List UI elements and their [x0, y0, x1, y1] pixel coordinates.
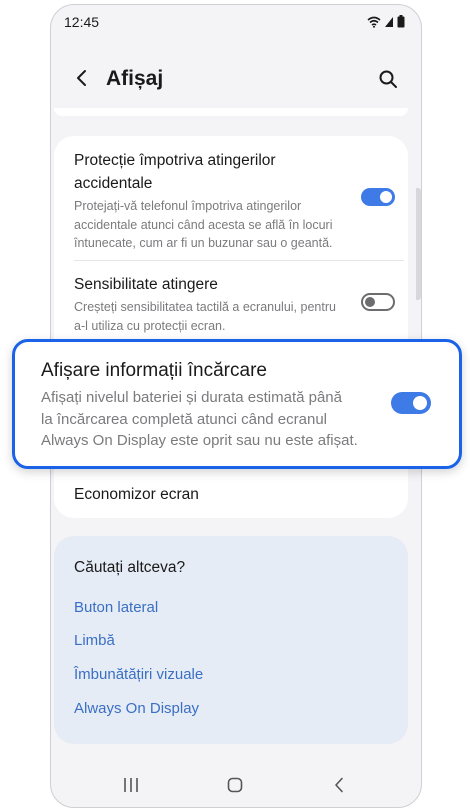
setting-touch-sensitivity[interactable]: Sensibilitate atingere Creșteți sensibil… — [54, 261, 408, 341]
navigation-bar — [51, 767, 421, 805]
page-title: Afișaj — [106, 67, 164, 90]
setting-accidental-touch-protection[interactable]: Protecție împotriva atingerilor accident… — [54, 136, 408, 260]
suggestion-link-visibility-enhancements[interactable]: Îmbunătățiri vizuale — [74, 666, 203, 683]
suggestion-link-side-button[interactable]: Buton lateral — [74, 599, 158, 616]
setting-description: accidentale atunci când acesta se află î… — [74, 217, 333, 232]
setting-title: Protecție împotriva atingerilor — [74, 152, 276, 169]
search-button[interactable] — [375, 66, 401, 92]
wifi-icon — [367, 16, 381, 28]
setting-title: Economizor ecran — [74, 486, 199, 503]
charging-info-toggle[interactable] — [391, 392, 431, 414]
previous-card-edge — [54, 108, 408, 116]
description-line: Afișați nivelul bateriei și durata estim… — [41, 389, 342, 406]
suggestions-heading: Căutați altceva? — [74, 559, 186, 576]
accidental-touch-toggle[interactable] — [361, 188, 395, 206]
status-time: 12:45 — [64, 14, 100, 30]
setting-title: Sensibilitate atingere — [74, 276, 218, 293]
setting-title: accidentale — [74, 175, 153, 192]
setting-description: întunecate, cum ar fi un buzunar sau o g… — [74, 236, 333, 250]
app-bar: Afișaj — [51, 57, 421, 101]
battery-icon — [397, 15, 405, 28]
description-line: Always On Display este oprit sau nu este… — [41, 432, 358, 449]
signal-icon — [385, 16, 393, 27]
highlighted-setting-description: Afișați nivelul bateriei și durata estim… — [41, 387, 381, 452]
setting-description: a-l utiliza cu protecții ecran. — [74, 318, 226, 333]
recent-apps-icon — [124, 778, 138, 792]
home-icon — [227, 777, 243, 793]
back-icon — [335, 777, 343, 793]
setting-description: Creșteți sensibilitatea tactilă a ecranu… — [74, 300, 336, 314]
nav-back-button[interactable] — [324, 773, 354, 797]
recent-apps-button[interactable] — [116, 773, 146, 797]
setting-description: Protejați-vă telefonul împotriva atinger… — [74, 199, 302, 213]
setting-screen-saver[interactable]: Economizor ecran — [54, 474, 408, 518]
chevron-left-icon — [77, 70, 86, 86]
description-line: la încărcarea completă atunci când ecran… — [41, 410, 327, 428]
status-bar: 12:45 — [51, 5, 421, 39]
back-button[interactable] — [69, 65, 95, 91]
highlighted-setting-charging-info[interactable]: Afișare informații încărcare Afișați niv… — [12, 339, 462, 469]
suggestion-link-language[interactable]: Limbă — [74, 632, 115, 649]
touch-sensitivity-toggle[interactable] — [361, 293, 395, 311]
phone-side-button — [416, 188, 421, 300]
search-icon — [379, 70, 397, 88]
highlighted-setting-title: Afișare informații încărcare — [41, 360, 267, 381]
suggestions-card: Căutați altceva? Buton lateral Limbă Îmb… — [54, 536, 408, 744]
suggestion-link-always-on-display[interactable]: Always On Display — [74, 700, 199, 717]
status-icons — [367, 15, 405, 28]
home-button[interactable] — [220, 773, 250, 797]
